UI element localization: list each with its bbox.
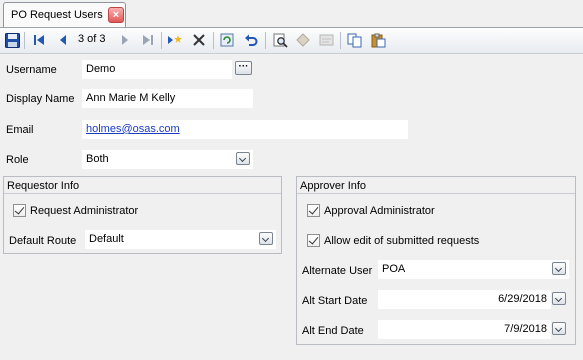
- toolbar-separator: [265, 32, 266, 49]
- first-record-icon[interactable]: [30, 31, 48, 49]
- toolbar-separator: [24, 32, 25, 49]
- undo-icon[interactable]: [242, 31, 260, 49]
- requestor-info-title: Requestor Info: [4, 177, 281, 194]
- paste-icon[interactable]: [369, 31, 387, 49]
- display-name-field[interactable]: Ann Marie M Kelly: [82, 89, 253, 108]
- allow-edit-label: Allow edit of submitted requests: [324, 235, 480, 247]
- chevron-down-icon[interactable]: [259, 232, 273, 245]
- record-position: 3 of 3: [78, 33, 106, 45]
- document-tab-strip: PO Request Users ×: [0, 0, 583, 28]
- toolbar-separator: [340, 32, 341, 49]
- chevron-down-icon[interactable]: [552, 322, 566, 335]
- toolbar-separator: [213, 32, 214, 49]
- email-link[interactable]: holmes@osas.com: [86, 123, 180, 135]
- email-label: Email: [6, 124, 34, 136]
- username-lookup-button[interactable]: ···: [235, 61, 252, 75]
- chevron-down-icon[interactable]: [236, 152, 250, 165]
- refresh-icon[interactable]: [218, 31, 236, 49]
- request-administrator-checkbox[interactable]: [13, 204, 26, 217]
- role-select[interactable]: Both: [82, 150, 253, 169]
- report-icon[interactable]: [317, 31, 335, 49]
- copy-icon[interactable]: [345, 31, 363, 49]
- tab-title: PO Request Users: [11, 9, 103, 21]
- delete-icon[interactable]: [190, 31, 208, 49]
- username-field[interactable]: Demo: [82, 60, 232, 79]
- allow-edit-checkbox[interactable]: [307, 234, 320, 247]
- find-icon[interactable]: [271, 31, 289, 49]
- chevron-down-icon[interactable]: [552, 292, 566, 305]
- chevron-down-icon[interactable]: [552, 262, 566, 275]
- close-icon[interactable]: ×: [108, 7, 124, 23]
- filter-icon[interactable]: [294, 31, 312, 49]
- alt-end-date-label: Alt End Date: [302, 325, 364, 337]
- approval-administrator-checkbox[interactable]: [307, 204, 320, 217]
- record-toolbar: 3 of 3: [0, 28, 583, 54]
- approver-info-title: Approver Info: [297, 177, 575, 194]
- default-route-label: Default Route: [9, 235, 77, 247]
- new-record-icon[interactable]: [166, 31, 184, 49]
- alt-start-date-field[interactable]: 6/29/2018: [378, 290, 551, 309]
- alt-start-date-label: Alt Start Date: [302, 295, 368, 307]
- alt-end-date-field[interactable]: 7/9/2018: [378, 320, 551, 339]
- alternate-user-select[interactable]: POA: [378, 260, 569, 279]
- approval-administrator-label: Approval Administrator: [324, 205, 435, 217]
- toolbar-separator: [161, 32, 162, 49]
- last-record-icon[interactable]: [139, 31, 157, 49]
- previous-record-icon[interactable]: [54, 31, 72, 49]
- email-field[interactable]: holmes@osas.com: [82, 120, 408, 139]
- default-route-select[interactable]: Default: [85, 230, 276, 249]
- save-icon[interactable]: [3, 31, 21, 49]
- display-name-label: Display Name: [6, 93, 75, 105]
- alternate-user-label: Alternate User: [302, 265, 373, 277]
- tab-po-request-users[interactable]: PO Request Users ×: [3, 2, 126, 27]
- username-label: Username: [6, 64, 57, 76]
- next-record-icon[interactable]: [116, 31, 134, 49]
- request-administrator-label: Request Administrator: [30, 205, 139, 217]
- role-label: Role: [6, 154, 29, 166]
